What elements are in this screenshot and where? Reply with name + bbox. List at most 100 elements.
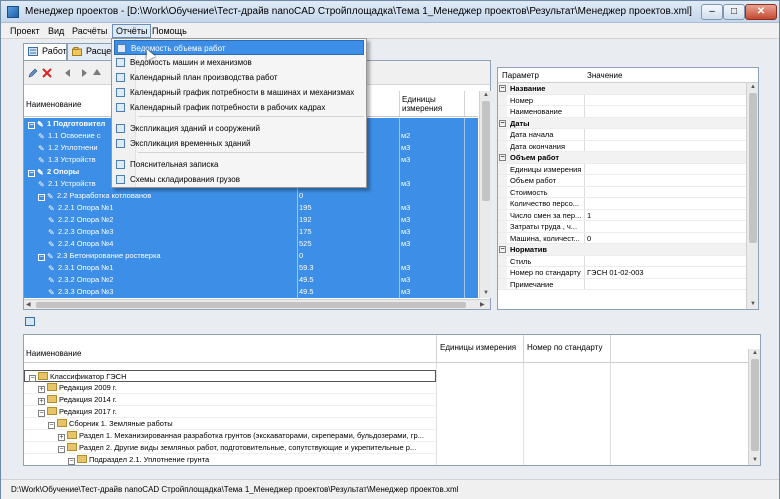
menu-view[interactable]: Вид [45, 24, 67, 38]
tab-prices[interactable]: Расцен [67, 43, 115, 60]
expander-icon[interactable]: + [58, 434, 65, 441]
tree-item[interactable]: − Редакция 2017 г. [24, 406, 436, 418]
expander-icon[interactable]: + [38, 398, 45, 405]
scroll-up-icon[interactable]: ▲ [483, 91, 489, 99]
property-category[interactable]: − Норматив [498, 244, 746, 256]
property-row[interactable]: Наименование [498, 106, 746, 118]
report-menu-item[interactable]: Календарный график потребности в машинах… [114, 85, 364, 100]
property-row[interactable]: Стиль [498, 255, 746, 267]
table-row[interactable]: − ✎ 2.3 Бетонирование ростверка 0 [24, 250, 478, 262]
expander-icon[interactable]: − [58, 446, 65, 453]
table-row[interactable]: ✎ 2.2.4 Опора №4 525 м3 [24, 238, 478, 250]
report-menu-item[interactable]: Календарный план производства работ [114, 70, 364, 85]
minimize-button[interactable]: – [701, 4, 723, 20]
report-menu-item[interactable]: Пояснительная записка [114, 157, 364, 172]
header-name[interactable]: Наименование [26, 349, 81, 358]
property-category[interactable]: − Даты [498, 117, 746, 129]
property-value[interactable]: ГЭСН 01-02-003 [587, 267, 644, 279]
tree-item[interactable]: − Раздел 2. Другие виды земляных работ, п… [24, 442, 436, 454]
collapse-icon[interactable]: − [28, 122, 35, 129]
title-bar[interactable]: Менеджер проектов - [D:\Work\Обучение\Те… [1, 1, 779, 23]
tab-works[interactable]: Работы [23, 43, 67, 61]
collapse-icon[interactable]: − [38, 194, 45, 201]
table-row[interactable]: ✎ 2.2.2 Опора №2 192 м3 [24, 214, 478, 226]
collapse-icon[interactable]: − [499, 154, 506, 161]
property-row[interactable]: Примечание [498, 278, 746, 290]
tree-item[interactable]: − Подраздел 2.1. Уплотнение грунта [24, 454, 436, 465]
arrow-right-icon[interactable] [78, 68, 88, 78]
property-row[interactable]: Затраты труда , ч... [498, 221, 746, 233]
property-row[interactable]: Объем работ [498, 175, 746, 187]
close-button[interactable]: ✕ [745, 4, 777, 20]
maximize-button[interactable]: □ [723, 4, 745, 20]
property-value[interactable]: 0 [587, 233, 591, 245]
property-value[interactable]: 1 [587, 210, 591, 222]
property-row[interactable]: Номер [498, 94, 746, 106]
menu-project[interactable]: Проект [7, 24, 43, 38]
header-value[interactable]: Значение [587, 68, 622, 83]
collapse-icon[interactable]: − [499, 246, 506, 253]
scroll-up-icon[interactable]: ▲ [750, 83, 756, 91]
property-row[interactable]: Номер по стандарту ГЭСН 01-02-003 [498, 267, 746, 279]
properties-vscrollbar[interactable]: ▲ ▼ [746, 83, 758, 309]
property-row[interactable]: Стоимость [498, 186, 746, 198]
property-row[interactable]: Количество персо... [498, 198, 746, 210]
works-vscrollbar[interactable]: ▲ ▼ [479, 91, 491, 298]
collapse-icon[interactable]: − [499, 85, 506, 92]
property-row[interactable]: Дата окончания [498, 140, 746, 152]
property-category[interactable]: − Объем работ [498, 152, 746, 164]
delete-icon[interactable] [42, 68, 52, 78]
property-category[interactable]: − Название [498, 83, 746, 95]
scroll-up-icon[interactable]: ▲ [752, 349, 758, 357]
arrow-up-icon[interactable] [92, 68, 102, 78]
expander-icon[interactable]: − [68, 458, 75, 465]
tree-item[interactable]: − Сборник 1. Земляные работы [24, 418, 436, 430]
scroll-right-icon[interactable]: ▶ [480, 301, 485, 309]
expander-icon[interactable]: − [29, 375, 36, 382]
header-units[interactable]: Единицы измерения [440, 343, 520, 352]
table-row[interactable]: ✎ 2.3.1 Опора №1 59.3 м3 [24, 262, 478, 274]
collapse-icon[interactable]: − [499, 119, 506, 127]
report-menu-item[interactable]: Экспликация временных зданий [114, 136, 364, 151]
table-row[interactable]: ✎ 2.2.3 Опора №3 175 м3 [24, 226, 478, 238]
tree-item[interactable]: + Раздел 1. Механизированная разработка г… [24, 430, 436, 442]
menu-help[interactable]: Помощь [149, 24, 190, 38]
menu-reports[interactable]: Отчёты [112, 24, 152, 38]
pencil-icon[interactable] [28, 68, 38, 78]
scroll-down-icon[interactable]: ▼ [752, 456, 758, 464]
classifier-vscroll-thumb[interactable] [751, 359, 759, 451]
report-menu-item[interactable]: Календарный график потребности в рабочих… [114, 100, 364, 115]
report-menu-item[interactable]: Схемы складирования грузов [114, 172, 364, 187]
table-row[interactable]: ✎ 2.3.2 Опора №2 49.5 м3 [24, 274, 478, 286]
property-row[interactable]: Дата начала [498, 129, 746, 141]
menu-calculations[interactable]: Расчёты [69, 24, 110, 38]
header-standard[interactable]: Номер по стандарту [527, 343, 607, 352]
expander-icon[interactable]: − [38, 410, 45, 417]
tree-item[interactable]: + Редакция 2009 г. [24, 382, 436, 394]
arrow-left-icon[interactable] [64, 68, 74, 78]
property-row[interactable]: Машина, количест... 0 [498, 232, 746, 245]
properties-vscroll-thumb[interactable] [749, 93, 757, 243]
property-row[interactable]: Единицы измерения [498, 163, 746, 175]
classifier-vscrollbar[interactable]: ▲ ▼ [748, 349, 760, 465]
tree-item[interactable]: + Редакция 2014 г. [24, 394, 436, 406]
scroll-down-icon[interactable]: ▼ [483, 289, 489, 297]
table-row[interactable]: ✎ 2.2.1 Опора №1 195 м3 [24, 202, 478, 214]
collapse-icon[interactable]: − [28, 170, 35, 177]
scroll-left-icon[interactable]: ◀ [26, 301, 31, 309]
header-name[interactable]: Наименование [26, 100, 81, 109]
report-menu-item[interactable]: Экспликация зданий и сооружений [114, 121, 364, 136]
collapse-icon[interactable]: − [38, 254, 45, 261]
table-row[interactable]: − ✎ 2.2 Разработка котлованов 0 [24, 190, 478, 202]
expander-icon[interactable]: − [48, 422, 55, 429]
works-hscrollbar[interactable]: ◀ ▶ [24, 299, 490, 309]
tree-item[interactable]: − Классификатор ГЭСН [24, 370, 436, 382]
works-vscroll-thumb[interactable] [482, 101, 490, 201]
header-units[interactable]: Единицы измерения [402, 95, 462, 113]
table-row[interactable]: ✎ 2.3.3 Опора №3 49.5 м3 [24, 286, 478, 298]
scroll-down-icon[interactable]: ▼ [750, 300, 756, 308]
expander-icon[interactable]: + [38, 386, 45, 393]
works-hscroll-thumb[interactable] [36, 302, 466, 308]
header-param[interactable]: Параметр [502, 68, 539, 83]
document-icon[interactable] [25, 317, 35, 326]
